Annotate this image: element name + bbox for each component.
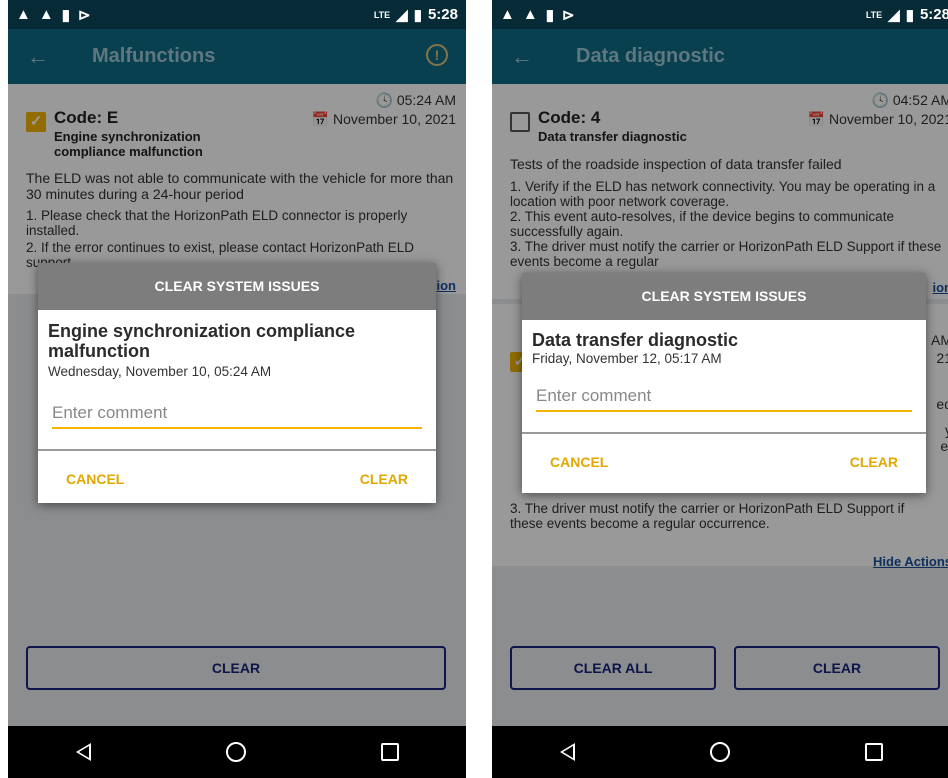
dialog-header: CLEAR SYSTEM ISSUES [522, 273, 926, 320]
dialog-header: CLEAR SYSTEM ISSUES [38, 263, 436, 310]
nav-home-icon[interactable] [709, 742, 730, 762]
dialog-cancel-button[interactable]: CANCEL [66, 451, 124, 508]
clear-system-issues-dialog: CLEAR SYSTEM ISSUES Data transfer diagno… [522, 273, 926, 493]
dialog-clear-button[interactable]: CLEAR [360, 451, 408, 508]
dialog-issue-date: Friday, November 12, 05:17 AM [532, 351, 722, 366]
nav-recents-icon[interactable] [864, 743, 883, 761]
nav-recents-icon[interactable] [380, 743, 399, 761]
sd-card-icon: ▮ [61, 6, 70, 24]
play-store-icon: ⊳ [77, 6, 91, 24]
status-bar: ▲ ▲ ▮ ⊳ LTE ◢ ▮ 5:28 [492, 0, 948, 29]
warning-icon: ▲ [522, 6, 538, 23]
warning-icon: ▲ [16, 6, 31, 23]
dialog-clear-button[interactable]: CLEAR [850, 434, 898, 491]
dialog-issue-title: Data transfer diagnostic [532, 330, 739, 350]
battery-icon: ▮ [413, 6, 422, 24]
dialog-body: Engine synchronization compliance malfun… [38, 310, 436, 429]
dialog-body: Data transfer diagnostic Friday, Novembe… [522, 320, 926, 412]
comment-input[interactable] [536, 382, 912, 412]
nav-back-icon[interactable] [75, 743, 91, 761]
status-time: 5:28 [919, 6, 948, 23]
status-bar: ▲ ▲ ▮ ⊳ LTE ◢ ▮ 5:28 [8, 0, 466, 29]
right-phone-screen: ▲ ▲ ▮ ⊳ LTE ◢ ▮ 5:28 ← Data diagnostic C… [492, 0, 948, 778]
dialog-issue-title: Engine synchronization compliance malfun… [48, 321, 356, 361]
comment-input[interactable] [52, 399, 422, 429]
lte-indicator: LTE [865, 9, 883, 20]
status-time: 5:28 [427, 6, 458, 23]
nav-back-icon[interactable] [559, 743, 575, 761]
sd-card-icon: ▮ [545, 6, 554, 24]
dialog-cancel-button[interactable]: CANCEL [550, 434, 608, 491]
dialog-footer: CANCEL CLEAR [522, 434, 926, 491]
dialog-issue-date: Wednesday, November 10, 05:24 AM [48, 364, 272, 379]
clear-system-issues-dialog: CLEAR SYSTEM ISSUES Engine synchronizati… [38, 263, 436, 503]
signal-icon: ◢ [396, 6, 408, 24]
dialog-footer: CANCEL CLEAR [38, 451, 436, 508]
warning-icon: ▲ [38, 6, 54, 23]
warning-icon: ▲ [500, 6, 515, 23]
android-nav-bar [8, 726, 466, 778]
nav-home-icon[interactable] [225, 742, 246, 762]
signal-icon: ◢ [888, 6, 900, 24]
android-nav-bar [492, 726, 948, 778]
lte-indicator: LTE [373, 9, 391, 20]
left-phone-screen: ▲ ▲ ▮ ⊳ LTE ◢ ▮ 5:28 ← Malfunctions ! ✓ … [8, 0, 466, 778]
battery-icon: ▮ [905, 6, 914, 24]
play-store-icon: ⊳ [561, 6, 575, 24]
